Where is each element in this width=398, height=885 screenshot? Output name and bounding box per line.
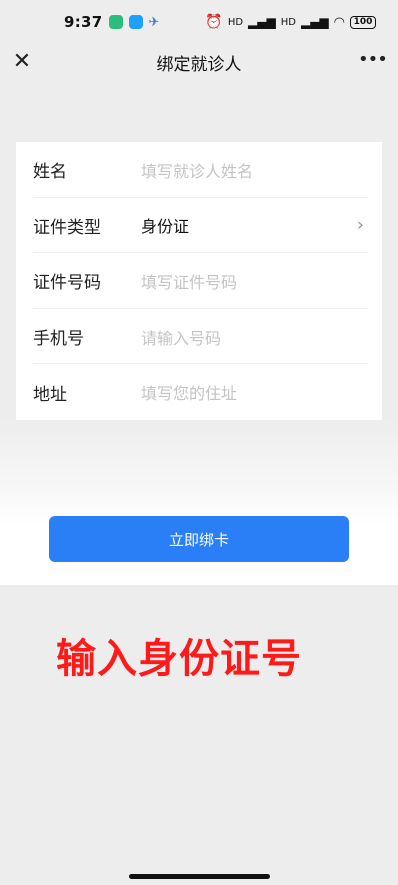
address-label: 地址 xyxy=(33,384,67,405)
address-row[interactable]: 地址 填写您的住址 xyxy=(16,364,382,420)
instruction-annotation: 输入身份证号 xyxy=(56,636,302,682)
name-input[interactable]: 填写就诊人姓名 xyxy=(141,158,253,182)
name-row[interactable]: 姓名 填写就诊人姓名 xyxy=(16,142,382,198)
bind-card-button[interactable]: 立即绑卡 xyxy=(49,516,349,562)
more-icon[interactable]: ••• xyxy=(358,50,388,74)
id-number-input[interactable]: 填写证件号码 xyxy=(141,269,237,293)
status-right: ⏰ HD ▂▄▆ HD ▂▄▆ ◠ 100 xyxy=(205,14,376,30)
phone-label: 手机号 xyxy=(33,329,84,350)
app-notification-icon: ✈ xyxy=(148,14,160,30)
id-number-row[interactable]: 证件号码 填写证件号码 xyxy=(16,253,382,309)
id-type-label: 证件类型 xyxy=(33,217,101,238)
alarm-icon: ⏰ xyxy=(205,14,223,30)
close-icon[interactable]: ✕ xyxy=(10,50,34,74)
id-type-select[interactable]: 身份证 xyxy=(141,213,189,237)
id-type-row[interactable]: 证件类型 身份证 › xyxy=(16,198,382,254)
address-input[interactable]: 填写您的住址 xyxy=(141,380,237,404)
signal-icon: ▂▄▆ xyxy=(248,15,276,29)
status-time: 9:37 xyxy=(64,13,103,31)
phone-row[interactable]: 手机号 请输入号码 xyxy=(16,309,382,365)
network-label: HD xyxy=(227,16,244,28)
nav-bar: ✕ 绑定就诊人 ••• xyxy=(0,44,398,80)
status-bar: 9:37 ✈ ⏰ HD ▂▄▆ HD ▂▄▆ ◠ 100 xyxy=(0,0,398,44)
home-indicator[interactable] xyxy=(129,874,270,879)
battery-icon: 100 xyxy=(350,15,376,29)
id-number-label: 证件号码 xyxy=(33,273,101,294)
page-title: 绑定就诊人 xyxy=(156,54,242,75)
phone-input[interactable]: 请输入号码 xyxy=(141,325,221,349)
app-notification-icon xyxy=(128,15,143,29)
name-label: 姓名 xyxy=(33,162,67,183)
app-notification-icon xyxy=(108,15,123,29)
network-label: HD xyxy=(280,16,296,28)
chevron-right-icon: › xyxy=(356,214,364,236)
wifi-icon: ◠ xyxy=(333,14,345,30)
patient-form: 姓名 填写就诊人姓名 证件类型 身份证 › 证件号码 填写证件号码 手机号 请输… xyxy=(16,142,382,420)
signal-icon: ▂▄▆ xyxy=(300,15,329,29)
status-left: 9:37 ✈ xyxy=(64,13,159,31)
